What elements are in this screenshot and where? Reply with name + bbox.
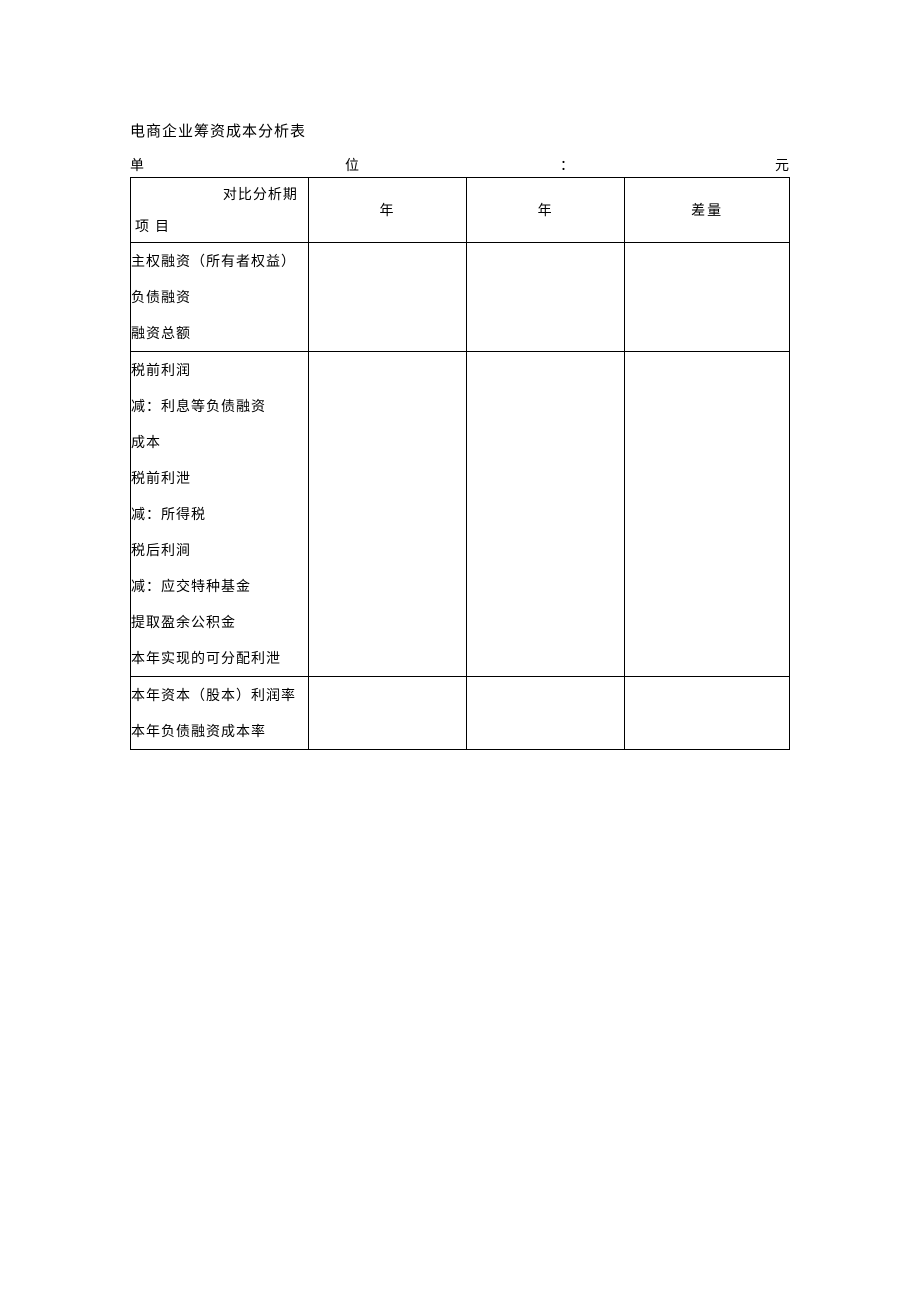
cell-year2 bbox=[467, 677, 625, 750]
row-label: 提取盈余公积金 bbox=[131, 604, 308, 640]
table-row: 本年资本（股本）利润率 本年负债融资成本率 bbox=[131, 677, 790, 750]
unit-part-d: 元 bbox=[775, 155, 790, 175]
cell-diff bbox=[625, 352, 790, 677]
header-col-diff: 差量 bbox=[625, 178, 790, 243]
row-label: 减：所得税 bbox=[131, 496, 308, 532]
header-diag-cell: 对比分析期 项目 bbox=[131, 178, 309, 243]
table-header-row: 对比分析期 项目 年 年 差量 bbox=[131, 178, 790, 243]
cell-diff bbox=[625, 243, 790, 352]
cell-year2 bbox=[467, 352, 625, 677]
unit-part-b: 位 bbox=[345, 155, 360, 175]
row-label: 主权融资（所有者权益） bbox=[131, 243, 308, 279]
header-col-year1: 年 bbox=[308, 178, 466, 243]
document-title: 电商企业筹资成本分析表 bbox=[130, 120, 790, 141]
document-page: 电商企业筹资成本分析表 单 位 ： 元 对比分析期 项目 年 年 差量 主权融资… bbox=[0, 0, 920, 1301]
row-label: 减：利息等负债融资 bbox=[131, 388, 308, 424]
row-label: 成本 bbox=[131, 424, 308, 460]
cell-year2 bbox=[467, 243, 625, 352]
cell-year1 bbox=[308, 243, 466, 352]
row-label: 税前利泄 bbox=[131, 460, 308, 496]
cost-analysis-table: 对比分析期 项目 年 年 差量 主权融资（所有者权益） 负债融资 融资总额 税前… bbox=[130, 178, 790, 750]
row-block-financing: 主权融资（所有者权益） 负债融资 融资总额 bbox=[131, 243, 309, 352]
unit-row: 单 位 ： 元 bbox=[130, 155, 790, 178]
row-label: 税前利润 bbox=[131, 352, 308, 388]
unit-part-c: ： bbox=[560, 155, 575, 175]
row-block-profit: 税前利润 减：利息等负债融资 成本 税前利泄 减：所得税 税后利涧 减：应交特种… bbox=[131, 352, 309, 677]
row-label: 本年实现的可分配利泄 bbox=[131, 640, 308, 676]
row-label: 本年负债融资成本率 bbox=[131, 713, 308, 749]
unit-part-a: 单 bbox=[130, 155, 145, 175]
cell-year1 bbox=[308, 352, 466, 677]
cell-diff bbox=[625, 677, 790, 750]
row-label: 本年资本（股本）利润率 bbox=[131, 677, 308, 713]
row-label: 负债融资 bbox=[131, 279, 308, 315]
table-row: 税前利润 减：利息等负债融资 成本 税前利泄 减：所得税 税后利涧 减：应交特种… bbox=[131, 352, 790, 677]
header-col-year2: 年 bbox=[467, 178, 625, 243]
header-diag-top: 对比分析期 bbox=[131, 184, 298, 204]
cell-year1 bbox=[308, 677, 466, 750]
table-row: 主权融资（所有者权益） 负债融资 融资总额 bbox=[131, 243, 790, 352]
row-label: 税后利涧 bbox=[131, 532, 308, 568]
row-label: 减：应交特种基金 bbox=[131, 568, 308, 604]
row-label: 融资总额 bbox=[131, 315, 308, 351]
header-diag-bottom: 项目 bbox=[135, 216, 175, 236]
row-block-rates: 本年资本（股本）利润率 本年负债融资成本率 bbox=[131, 677, 309, 750]
